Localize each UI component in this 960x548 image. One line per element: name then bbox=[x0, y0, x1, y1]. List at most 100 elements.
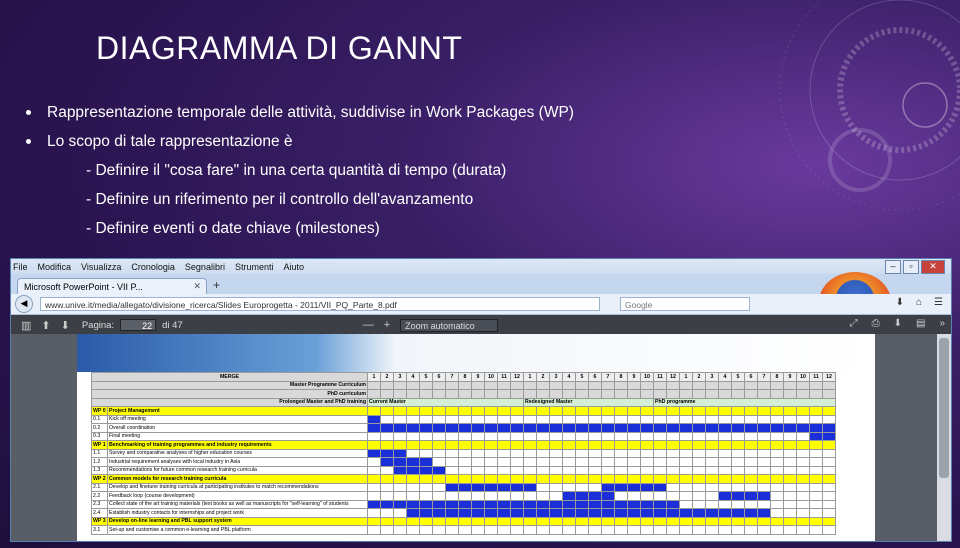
gantt-cell bbox=[692, 457, 706, 467]
gantt-cell bbox=[666, 414, 680, 424]
gantt-cell bbox=[471, 440, 485, 450]
gantt-cell bbox=[393, 414, 407, 424]
gantt-cell bbox=[536, 525, 550, 535]
gantt-cell bbox=[458, 465, 472, 475]
month-cell: 5 bbox=[731, 372, 745, 382]
gantt-cell bbox=[757, 499, 771, 509]
menu-visualizza[interactable]: Visualizza bbox=[81, 262, 121, 272]
close-button[interactable]: ✕ bbox=[921, 260, 945, 274]
gantt-cell bbox=[445, 389, 459, 399]
gantt-cell bbox=[471, 389, 485, 399]
gantt-cell bbox=[614, 431, 628, 441]
gantt-bar-cell bbox=[445, 508, 459, 518]
previous-page-icon[interactable]: ⬆ bbox=[41, 319, 50, 332]
gantt-cell bbox=[666, 448, 680, 458]
gantt-bar-cell bbox=[445, 499, 459, 509]
gantt-cell bbox=[497, 474, 511, 484]
gantt-cell bbox=[783, 448, 797, 458]
gantt-cell bbox=[757, 457, 771, 467]
menu-aiuto[interactable]: Aiuto bbox=[283, 262, 304, 272]
search-input[interactable]: Google bbox=[620, 297, 750, 311]
menu-file[interactable]: File bbox=[13, 262, 28, 272]
row-label: Develop and finetune training curricula … bbox=[107, 482, 368, 492]
gantt-cell bbox=[393, 406, 407, 416]
menu-icon[interactable]: ☰ bbox=[934, 297, 943, 308]
zoom-in-icon[interactable]: + bbox=[384, 319, 390, 331]
zoom-select[interactable]: Zoom automatico bbox=[400, 318, 499, 332]
gantt-cell bbox=[705, 406, 719, 416]
gantt-bar-cell bbox=[575, 508, 589, 518]
gantt-bar-cell bbox=[718, 491, 732, 501]
menu-strumenti[interactable]: Strumenti bbox=[235, 262, 274, 272]
menu-cronologia[interactable]: Cronologia bbox=[131, 262, 175, 272]
gantt-cell bbox=[783, 499, 797, 509]
tools-icon[interactable]: » bbox=[939, 318, 945, 329]
gantt-cell bbox=[640, 389, 654, 399]
task-row: 1.1 Survey and comparative analyses of hi… bbox=[91, 448, 836, 458]
gantt-cell bbox=[588, 525, 602, 535]
gantt-bar-cell bbox=[393, 465, 407, 475]
gantt-cell bbox=[484, 491, 498, 501]
scrollbar[interactable] bbox=[937, 334, 951, 541]
row-code: WP 3 bbox=[91, 516, 108, 526]
gantt-bar-cell bbox=[731, 508, 745, 518]
gantt-bar-cell bbox=[705, 423, 719, 433]
gantt-cell bbox=[666, 465, 680, 475]
gantt-cell bbox=[549, 431, 563, 441]
month-cell: 7 bbox=[757, 372, 771, 382]
sub-bullet: - Definire eventi o date chiave (milesto… bbox=[86, 220, 380, 237]
sidebar-toggle-icon[interactable]: ▥ bbox=[21, 319, 31, 332]
gantt-cell bbox=[484, 525, 498, 535]
gantt-cell bbox=[822, 499, 836, 509]
gantt-bar-cell bbox=[380, 423, 394, 433]
gantt-cell bbox=[692, 491, 706, 501]
gantt-cell bbox=[627, 414, 641, 424]
page-number-input[interactable]: 22 bbox=[120, 319, 157, 331]
gantt-cell bbox=[614, 380, 628, 390]
minimize-button[interactable]: – bbox=[885, 260, 901, 274]
bookmark-icon[interactable]: ▤ bbox=[916, 318, 925, 329]
close-tab-icon[interactable]: ✕ bbox=[193, 281, 201, 292]
browser-tab[interactable]: Microsoft PowerPoint - VII P... ✕ bbox=[17, 278, 207, 294]
gantt-cell bbox=[809, 380, 823, 390]
back-icon[interactable]: ◀ bbox=[15, 295, 33, 313]
maximize-button[interactable]: ▫ bbox=[903, 260, 919, 274]
month-cell: 7 bbox=[445, 372, 459, 382]
gantt-cell bbox=[614, 465, 628, 475]
save-icon[interactable]: ⬇ bbox=[894, 318, 902, 329]
gantt-cell bbox=[679, 457, 693, 467]
gantt-cell bbox=[562, 482, 576, 492]
gantt-cell bbox=[731, 457, 745, 467]
print-icon[interactable]: ⎙ bbox=[872, 318, 880, 329]
home-icon[interactable]: ⌂ bbox=[916, 297, 922, 308]
gantt-cell bbox=[367, 431, 381, 441]
gantt-cell bbox=[406, 431, 420, 441]
menu-segnalibri[interactable]: Segnalibri bbox=[185, 262, 225, 272]
download-icon[interactable]: ⬇ bbox=[896, 297, 904, 308]
gantt-cell bbox=[432, 457, 446, 467]
gantt-cell bbox=[406, 414, 420, 424]
gantt-bar-cell bbox=[601, 491, 615, 501]
zoom-out-icon[interactable]: — bbox=[363, 319, 374, 331]
fullscreen-icon[interactable]: ⤢ bbox=[850, 318, 858, 329]
gantt-cell bbox=[627, 389, 641, 399]
gantt-cell bbox=[822, 457, 836, 467]
gantt-cell bbox=[679, 431, 693, 441]
gantt-cell bbox=[796, 389, 810, 399]
gantt-bar-cell bbox=[822, 431, 836, 441]
gantt-bar-cell bbox=[796, 423, 810, 433]
scrollbar-thumb[interactable] bbox=[939, 338, 949, 478]
gantt-bar-cell bbox=[406, 499, 420, 509]
menu-modifica[interactable]: Modifica bbox=[38, 262, 72, 272]
gantt-cell bbox=[445, 440, 459, 450]
gantt-cell bbox=[510, 474, 524, 484]
month-cell: 10 bbox=[640, 372, 654, 382]
month-cell: 1 bbox=[679, 372, 693, 382]
gantt-cell bbox=[822, 491, 836, 501]
gantt-cell bbox=[796, 474, 810, 484]
url-field[interactable]: www.unive.it/media/allegato/divisione_ri… bbox=[40, 297, 600, 311]
next-page-icon[interactable]: ⬇ bbox=[61, 319, 70, 332]
gantt-cell bbox=[458, 457, 472, 467]
new-tab-icon[interactable]: + bbox=[213, 278, 220, 292]
gantt-cell bbox=[692, 525, 706, 535]
